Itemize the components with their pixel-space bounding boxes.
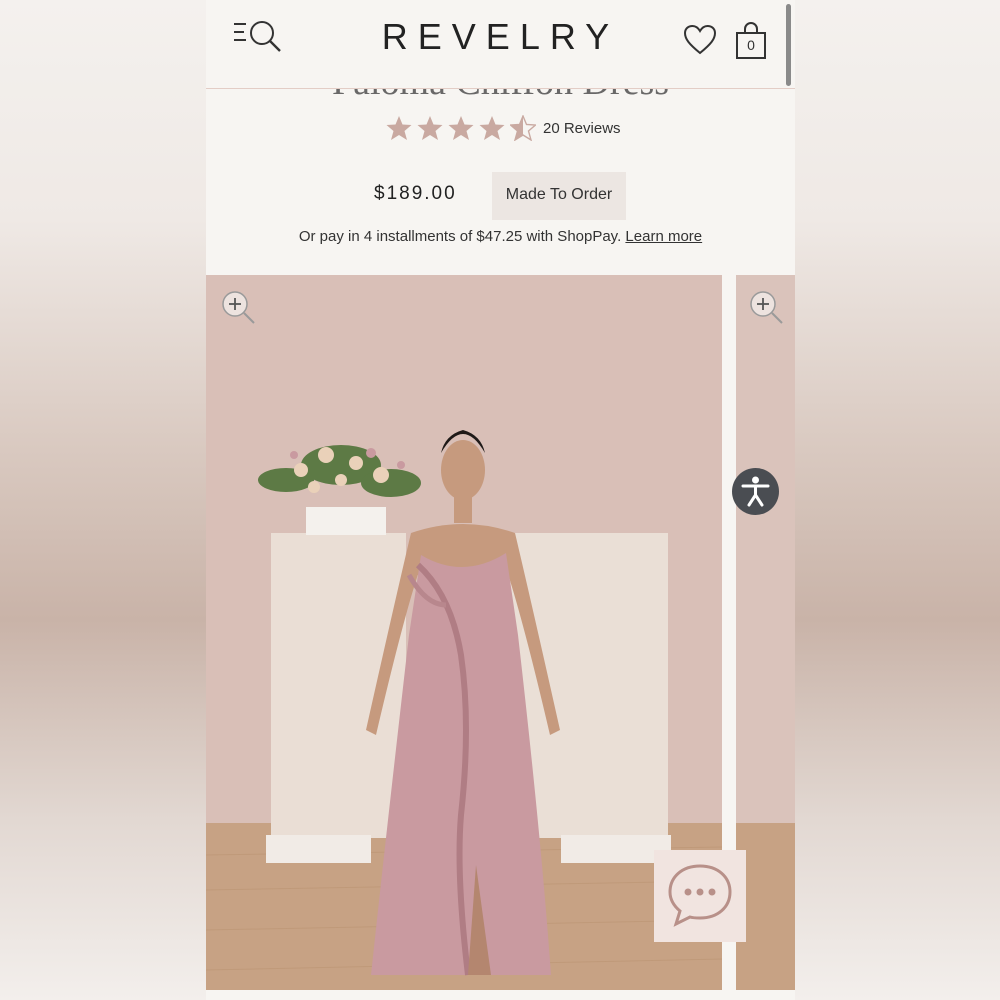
installments-note: Or pay in 4 installments of $47.25 with … [206,228,795,245]
reviews-link[interactable]: 20 Reviews [543,120,621,137]
scrollbar[interactable] [786,4,791,86]
product-price: $189.00 [374,183,457,204]
chat-button[interactable] [654,850,746,942]
cart-button[interactable]: 0 [734,22,768,60]
heart-icon[interactable] [683,24,717,56]
cart-count: 0 [747,37,755,53]
product-image-main[interactable] [206,275,722,990]
star-icon [386,116,412,140]
zoom-in-icon[interactable] [220,289,256,325]
accessibility-button[interactable] [732,468,779,515]
star-icon [479,116,505,140]
star-icon [448,116,474,140]
product-page: REVELRY 0 Paloma Chiffon Dress 20 Review… [206,0,795,1000]
zoom-in-icon[interactable] [748,289,784,325]
availability-badge: Made To Order [492,172,626,220]
star-icon [417,116,443,140]
installments-text: Or pay in 4 installments of $47.25 with … [298,228,622,245]
site-header: REVELRY 0 [206,0,795,89]
accessibility-icon [741,476,770,507]
learn-more-link[interactable]: Learn more [625,228,702,245]
half-star-icon [510,115,536,141]
chat-bubble-icon [668,864,732,927]
product-photo [206,275,722,990]
product-rating[interactable]: 20 Reviews [386,115,621,141]
